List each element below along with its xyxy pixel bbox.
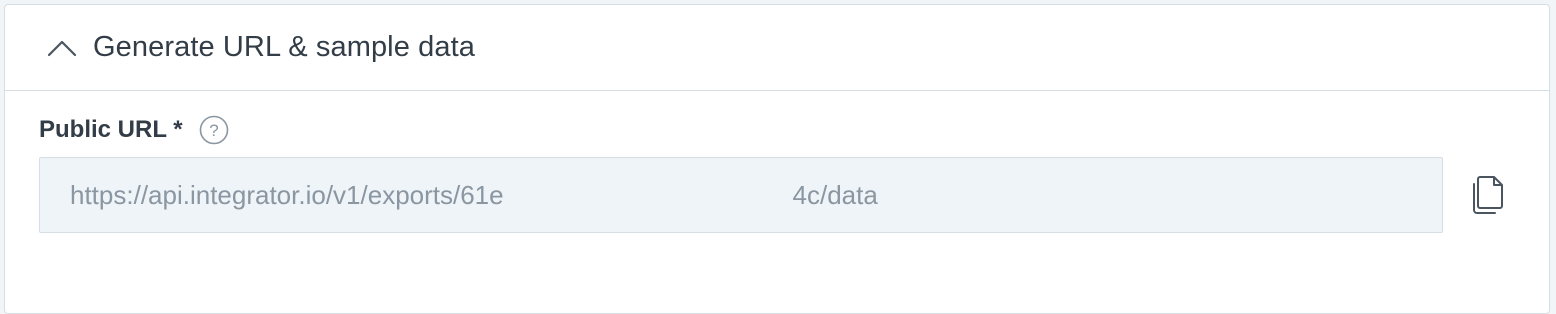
panel-title: Generate URL & sample data [93,31,475,63]
public-url-label: Public URL * [39,116,183,143]
panel-header[interactable]: Generate URL & sample data [5,5,1549,91]
svg-text:?: ? [209,121,218,140]
copy-icon[interactable] [1465,173,1509,217]
chevron-up-icon[interactable] [45,31,79,65]
generate-url-panel: Generate URL & sample data Public URL * … [4,4,1550,314]
public-url-input[interactable] [39,157,1443,233]
help-circle-icon[interactable]: ? [199,115,229,145]
public-url-label-row: Public URL * ? [39,115,229,145]
